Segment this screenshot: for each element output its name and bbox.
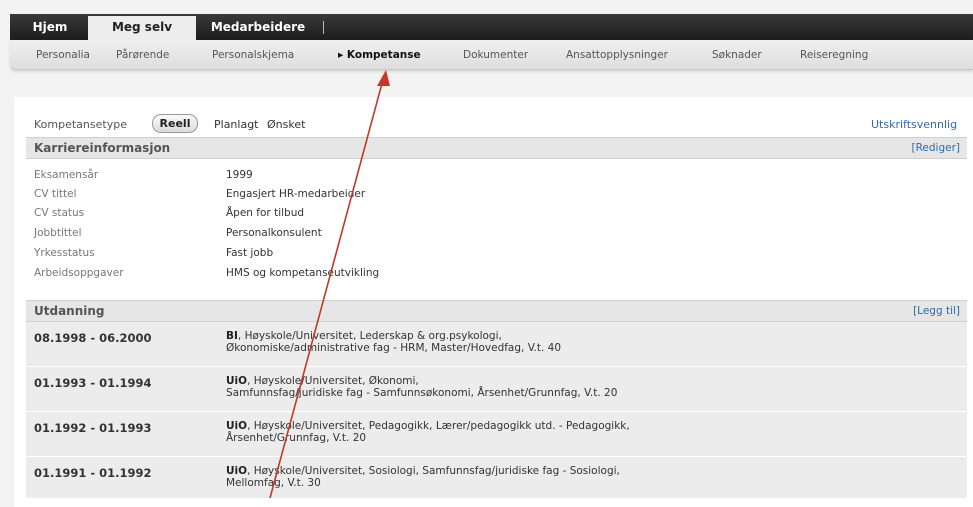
education-section-header: Utdanning [Legg til]	[26, 300, 967, 322]
tab-medarbeidere[interactable]: Medarbeidere	[208, 14, 308, 40]
education-description: BI, Høyskole/Universitet, Lederskap & or…	[226, 330, 562, 354]
subnav-reiseregning[interactable]: Reiseregning	[800, 49, 868, 61]
tab-hjem[interactable]: Hjem	[24, 14, 76, 40]
education-section-title: Utdanning	[34, 304, 105, 318]
education-description: UiO, Høyskole/Universitet, Pedagogikk, L…	[226, 420, 630, 444]
field-label-eksamensar: Eksamensår	[34, 169, 99, 181]
subnav-kompetanse[interactable]: ▸ Kompetanse	[338, 49, 421, 61]
education-row: 01.1993 - 01.1994 UiO, Høyskole/Universi…	[26, 367, 967, 411]
field-value-yrkesstatus: Fast jobb	[226, 247, 274, 259]
field-label-jobbtittel: Jobbtittel	[34, 227, 82, 239]
education-description: UiO, Høyskole/Universitet, Sosiologi, Sa…	[226, 465, 620, 489]
field-label-cv-status: CV status	[34, 207, 85, 219]
tab-divider	[323, 21, 324, 34]
subnav-ansattopplysninger[interactable]: Ansattopplysninger	[566, 49, 668, 61]
sub-nav: Personalia Pårørende Personalskjema ▸ Ko…	[10, 40, 973, 70]
field-label-cv-tittel: CV tittel	[34, 188, 77, 200]
print-friendly-link[interactable]: Utskriftsvennlig	[871, 118, 957, 131]
option-onsket[interactable]: Ønsket	[267, 118, 305, 131]
field-value-cv-status: Åpen for tilbud	[226, 207, 305, 219]
subnav-personalskjema[interactable]: Personalskjema	[212, 49, 294, 61]
field-value-cv-tittel: Engasjert HR-medarbeider	[226, 188, 366, 200]
subnav-dokumenter[interactable]: Dokumenter	[463, 49, 528, 61]
edit-career-link[interactable]: [Rediger]	[911, 142, 960, 154]
education-date: 01.1992 - 01.1993	[34, 421, 152, 435]
top-nav-bar: Hjem Meg selv Medarbeidere	[10, 14, 973, 40]
education-date: 01.1993 - 01.1994	[34, 376, 152, 390]
career-section-header: Karriereinformasjon [Rediger]	[26, 137, 967, 159]
field-label-arbeidsoppgaver: Arbeidsoppgaver	[34, 267, 124, 279]
field-label-yrkesstatus: Yrkesstatus	[34, 247, 95, 259]
subnav-soknader[interactable]: Søknader	[712, 49, 762, 61]
subnav-parorende[interactable]: Pårørende	[116, 49, 169, 61]
field-value-eksamensar: 1999	[226, 169, 253, 181]
education-date: 01.1991 - 01.1992	[34, 466, 152, 480]
option-planlagt[interactable]: Planlagt	[214, 118, 259, 131]
add-education-link[interactable]: [Legg til]	[913, 305, 960, 317]
option-reell[interactable]: Reell	[152, 114, 198, 133]
education-row: 08.1998 - 06.2000 BI, Høyskole/Universit…	[26, 322, 967, 366]
education-date: 08.1998 - 06.2000	[34, 331, 152, 345]
field-value-arbeidsoppgaver: HMS og kompetanseutvikling	[226, 267, 380, 279]
field-value-jobbtittel: Personalkonsulent	[226, 227, 322, 239]
education-description: UiO, Høyskole/Universitet, Økonomi, Samfu…	[226, 375, 618, 399]
career-section-title: Karriereinformasjon	[34, 141, 171, 155]
competence-type-label: Kompetansetype	[34, 118, 127, 131]
education-row: 01.1992 - 01.1993 UiO, Høyskole/Universi…	[26, 412, 967, 456]
tab-meg-selv[interactable]: Meg selv	[88, 16, 196, 40]
subnav-personalia[interactable]: Personalia	[36, 49, 90, 61]
education-row: 01.1991 - 01.1992 UiO, Høyskole/Universi…	[26, 457, 967, 498]
